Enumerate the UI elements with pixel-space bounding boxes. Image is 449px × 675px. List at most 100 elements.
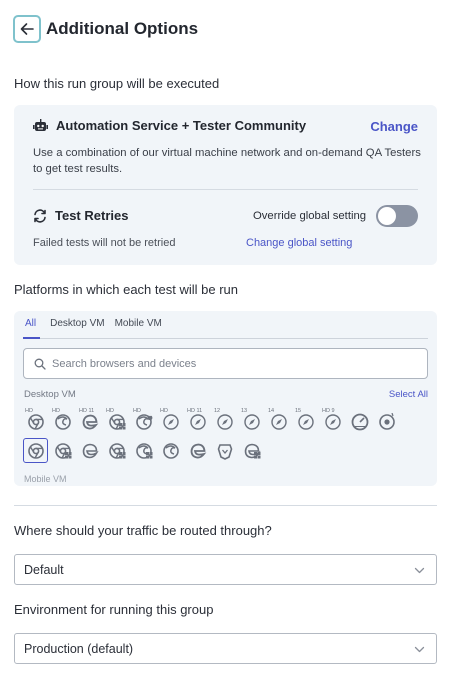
browser-option[interactable]: 13: [239, 408, 264, 434]
browser-row-1: HD HD HD 11 HD HD HD HD 11 12 13 14 15 HD 9: [23, 408, 401, 434]
browser-option[interactable]: [23, 438, 48, 463]
service-description: Use a combination of our virtual machine…: [33, 147, 421, 175]
desktop-vm-label: Desktop VM: [24, 389, 76, 400]
version-label: 12: [214, 408, 221, 414]
search-icon: [34, 358, 46, 370]
chrome-icon: [27, 442, 44, 459]
routing-select[interactable]: Default: [14, 554, 437, 585]
browser-row-2: [23, 438, 266, 463]
firefox-mac-icon: [135, 412, 152, 430]
chevron-down-icon: [414, 646, 425, 653]
version-label: HD 11: [187, 408, 203, 414]
browser-option[interactable]: [347, 409, 372, 434]
tab-mobile-vm[interactable]: Mobile VM: [115, 311, 162, 339]
select-all-link[interactable]: Select All: [389, 389, 428, 400]
version-label: 13: [241, 408, 248, 414]
chevron-down-icon: [414, 567, 425, 574]
search-box[interactable]: [23, 348, 428, 379]
version-label: HD: [133, 408, 141, 414]
retry-note: Failed tests will not be retried: [33, 237, 176, 249]
tab-all[interactable]: All: [23, 311, 41, 339]
edge-win-icon: [244, 443, 261, 458]
change-global-setting-link[interactable]: Change global setting: [246, 237, 352, 249]
chrome-win-icon: [54, 442, 71, 459]
safari-icon: [270, 413, 287, 430]
robot-icon: [33, 118, 48, 131]
toggle-knob: [378, 207, 396, 225]
environment-select[interactable]: Production (default): [14, 633, 437, 664]
retries-title: Test Retries: [55, 208, 129, 223]
page-title: Additional Options: [46, 19, 199, 38]
tab-desktop-vm[interactable]: Desktop VM: [50, 311, 104, 339]
safari-icon: [243, 413, 260, 430]
platforms-section-label: Platforms in which each test will be run: [14, 282, 238, 297]
arrow-left-icon: [20, 23, 34, 35]
browser-option[interactable]: [131, 438, 156, 463]
browser-option[interactable]: [185, 438, 210, 463]
retries-row: Test Retries: [33, 208, 128, 223]
routing-section-label: Where should your traffic be routed thro…: [14, 523, 272, 538]
browser-option[interactable]: HD: [158, 408, 183, 434]
browser-option[interactable]: 12: [212, 408, 237, 434]
firefox-icon: [162, 442, 179, 459]
firefox-icon: [54, 413, 71, 430]
gauge-icon: [351, 413, 368, 430]
execution-card: Automation Service + Tester Community Ch…: [14, 105, 437, 265]
browser-option[interactable]: HD: [104, 408, 129, 434]
version-label: HD 11: [79, 408, 95, 414]
edge-legacy-icon: [82, 414, 98, 429]
version-label: HD: [25, 408, 33, 414]
browser-option[interactable]: [104, 438, 129, 463]
version-label: HD: [106, 408, 114, 414]
execution-section-label: How this run group will be executed: [14, 76, 220, 91]
override-label: Override global setting: [253, 210, 367, 222]
version-label: HD: [52, 408, 60, 414]
browser-option[interactable]: HD 11: [77, 408, 102, 434]
browser-option[interactable]: HD: [50, 408, 75, 434]
back-button[interactable]: [13, 15, 41, 43]
service-title: Automation Service + Tester Community: [56, 118, 307, 133]
section-divider: [14, 505, 437, 506]
version-label: 14: [268, 408, 275, 414]
chrome-win-icon: [108, 413, 125, 430]
override-toggle[interactable]: [376, 205, 418, 227]
environment-section-label: Environment for running this group: [14, 602, 214, 617]
safari-icon: [162, 413, 179, 430]
search-input[interactable]: [52, 357, 392, 370]
edge-legacy-icon: [190, 443, 206, 458]
edge-icon: [82, 443, 99, 458]
brave-icon: [217, 443, 232, 460]
safari-icon: [297, 413, 314, 430]
safari-icon: [216, 413, 233, 430]
browser-option[interactable]: HD: [23, 408, 48, 434]
browser-option[interactable]: HD 11: [185, 408, 210, 434]
header: Additional Options: [13, 15, 198, 43]
version-label: 15: [295, 408, 302, 414]
change-service-link[interactable]: Change: [370, 119, 418, 134]
chrome-win-icon: [108, 442, 125, 459]
safari-icon: [189, 413, 206, 430]
version-label: HD 9: [322, 408, 335, 414]
browser-option[interactable]: [374, 409, 399, 434]
chrome-icon: [27, 413, 44, 430]
browser-option[interactable]: [239, 438, 264, 463]
platforms-card: All Desktop VM Mobile VM Desktop VM Sele…: [14, 311, 437, 486]
firefox-win-icon: [135, 442, 152, 459]
retry-icon: [34, 208, 46, 223]
chrome-dev-icon: [378, 412, 395, 430]
browser-option[interactable]: [50, 438, 75, 463]
environment-value: Production (default): [24, 641, 134, 656]
browser-option[interactable]: HD 9: [320, 408, 345, 434]
browser-option[interactable]: [77, 438, 102, 463]
mobile-vm-label: Mobile VM: [24, 474, 67, 484]
browser-option[interactable]: 14: [266, 408, 291, 434]
platform-tabs: All Desktop VM Mobile VM: [23, 311, 428, 339]
browser-option[interactable]: [212, 438, 237, 463]
version-label: HD: [160, 408, 168, 414]
safari-icon: [324, 413, 341, 430]
browser-option[interactable]: [158, 438, 183, 463]
browser-option[interactable]: 15: [293, 408, 318, 434]
routing-value: Default: [24, 562, 64, 577]
browser-option[interactable]: HD: [131, 408, 156, 434]
service-row: Automation Service + Tester Community: [33, 118, 306, 133]
